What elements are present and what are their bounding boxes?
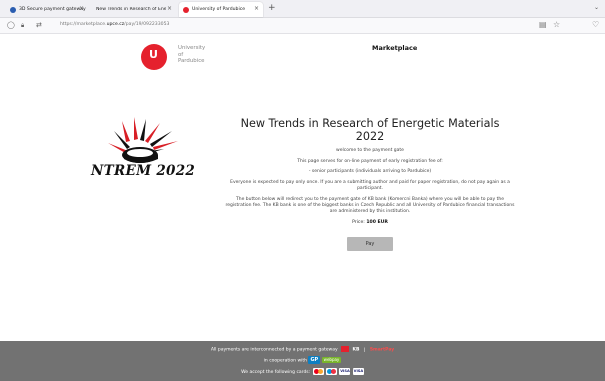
- tab-ntrem[interactable]: New Trends in Research of Energeti ×: [92, 2, 176, 17]
- page-title: New Trends in Research of Energetic Mate…: [240, 117, 500, 143]
- participants-text: - senior participants (individuals arriv…: [308, 169, 432, 175]
- list-all-tabs-icon[interactable]: ⌄: [594, 4, 599, 11]
- logo-letter: U: [149, 48, 158, 61]
- price-label: Price:: [352, 220, 365, 226]
- footer-text: We accept the following cards:: [241, 370, 311, 375]
- lock-icon[interactable]: 🔒︎: [21, 22, 24, 30]
- webpay-logo: webpay: [321, 357, 342, 363]
- footer-text: in cooperation with: [263, 358, 308, 364]
- tab-title: University of Pardubice: [192, 7, 246, 12]
- browser-window: 3D Secure payment gateway × New Trends i…: [0, 0, 605, 381]
- url-path: /pay/19/092233053: [124, 22, 170, 27]
- mastercard-icon: [312, 368, 324, 375]
- redirect-text: The button below will redirect you to th…: [225, 197, 515, 215]
- smartpay-label: SmartPay: [369, 347, 395, 353]
- separator: |: [363, 347, 366, 353]
- footer: All payments are interconnected by a pay…: [0, 341, 605, 381]
- close-tab-icon[interactable]: ×: [79, 5, 84, 12]
- footer-gateway-line: All payments are interconnected by a pay…: [0, 346, 605, 353]
- ntrem-logo-text: NTREM 2022: [91, 163, 196, 179]
- kb-logo-icon: [341, 346, 350, 352]
- tab-strip: 3D Secure payment gateway × New Trends i…: [0, 0, 605, 18]
- tab-3d-secure[interactable]: 3D Secure payment gateway ×: [6, 2, 88, 17]
- upce-logo-icon: [183, 6, 189, 13]
- welcome-text: welcome to the payment gate: [336, 148, 404, 153]
- globe-icon: [10, 6, 16, 13]
- university-name[interactable]: University of Pardubice: [178, 45, 205, 65]
- tab-title: New Trends in Research of Energeti: [96, 7, 166, 12]
- marketplace-title: Marketplace: [372, 44, 418, 52]
- payment-content: New Trends in Research of Energetic Mate…: [225, 117, 515, 252]
- url-field[interactable]: https://marketplace.upce.cz/pay/19/09223…: [60, 22, 169, 27]
- footer-cards-line: We accept the following cards: VISA VISA: [0, 368, 605, 375]
- url-domain: upce.cz: [106, 22, 125, 27]
- visa-electron-icon: VISA: [352, 368, 364, 375]
- permissions-icon[interactable]: ⇄: [36, 21, 42, 29]
- pocket-icon[interactable]: ♡: [592, 20, 599, 29]
- tab-title: 3D Secure payment gateway: [19, 7, 86, 12]
- pay-button[interactable]: Pay: [347, 237, 393, 252]
- notice-text: Everyone is expected to pay only once. I…: [230, 180, 510, 192]
- footer-text: All payments are interconnected by a pay…: [210, 347, 338, 353]
- visa-icon: VISA: [339, 368, 351, 375]
- shield-icon[interactable]: ◯: [7, 21, 15, 29]
- footer-cooperation-line: in cooperation with GP webpay: [0, 356, 605, 364]
- gp-logo: GP: [308, 356, 321, 364]
- logo-line: Pardubice: [178, 58, 205, 65]
- price-line: Price: 100 EUR: [225, 220, 515, 225]
- new-tab-button[interactable]: +: [268, 3, 276, 13]
- tab-university[interactable]: University of Pardubice ×: [179, 2, 263, 17]
- price-value: 100 EUR: [366, 220, 388, 226]
- logo-line: University: [178, 45, 206, 51]
- logo-line: of: [178, 51, 184, 58]
- reader-view-icon[interactable]: ▤: [539, 20, 547, 29]
- close-tab-icon[interactable]: ×: [167, 5, 172, 12]
- intro-text: This page serves for on-line payment of …: [297, 158, 443, 164]
- address-bar: ◯ 🔒︎ ⇄ https://marketplace.upce.cz/pay/1…: [0, 18, 605, 34]
- bookmark-star-icon[interactable]: ☆: [553, 20, 560, 29]
- kb-label: KB: [352, 347, 360, 353]
- maestro-icon: [326, 368, 338, 375]
- ntrem-explosion-logo: [108, 117, 178, 163]
- close-tab-icon[interactable]: ×: [254, 5, 259, 12]
- url-prefix: https://marketplace.: [60, 22, 107, 27]
